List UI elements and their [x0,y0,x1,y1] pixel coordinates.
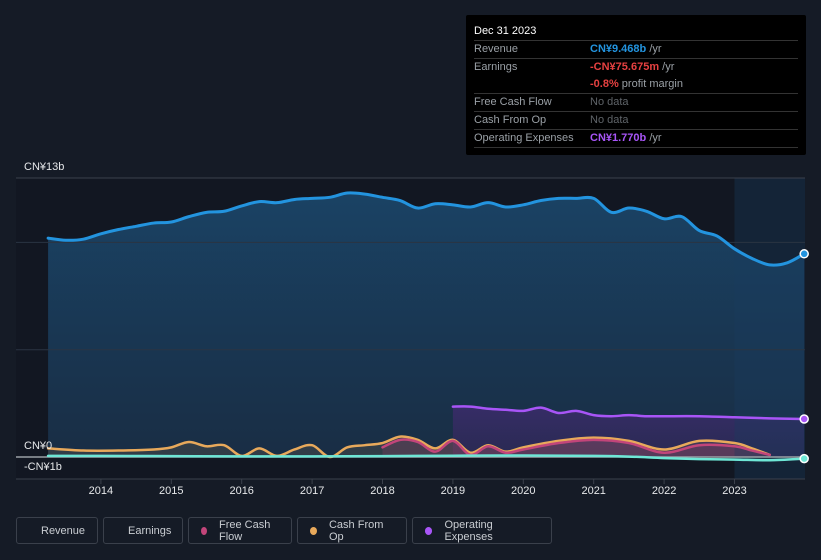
tooltip-label: Free Cash Flow [474,96,552,108]
operating-expenses-end-marker [799,414,809,424]
tooltip-unit: profit margin [618,78,683,90]
tooltip-row-fcf: Free Cash Flow No data [474,94,798,112]
earnings-end-marker [799,453,809,464]
tooltip-value: -0.8% [590,78,619,90]
tooltip-row-revenue: Revenue CN¥9.468b /yr [474,41,798,59]
y-tick-label-zero: CN¥0 [24,440,52,452]
tooltip-row-opex: Operating Expenses CN¥1.770b /yr [474,130,798,148]
legend-label: Free Cash Flow [218,518,271,543]
tooltip-unit: /yr [646,132,662,144]
y-tick-label-bottom: -CN¥1b [24,461,62,473]
legend-label: Revenue [41,524,86,537]
tooltip-label [474,76,590,93]
tooltip-value: CN¥1.770b [590,132,647,144]
forecast-shading [734,178,805,479]
legend-item-earnings[interactable]: Earnings [103,517,183,544]
tooltip-row-earnings: Earnings -CN¥75.675m /yr [474,59,798,76]
legend-label: Operating Expenses [444,518,493,543]
x-tick-label: 2015 [159,485,183,497]
legend-item-cash-from-op[interactable]: Cash From Op [297,517,407,544]
x-tick-label: 2017 [300,485,324,497]
revenue-end-marker [799,249,809,259]
x-tick-label: 2016 [229,485,253,497]
legend-dot-icon [425,526,433,535]
tooltip-value: CN¥9.468b [590,43,647,55]
legend-dot-icon [310,526,317,535]
tooltip-value: -CN¥75.675m [590,61,660,73]
tooltip-panel: Dec 31 2023 Revenue CN¥9.468b /yr Earnin… [466,15,806,155]
legend-dot-icon [201,526,207,535]
tooltip-label: Revenue [474,43,519,55]
tooltip-label: Earnings [474,61,518,73]
tooltip-label: Cash From Op [474,114,547,126]
tooltip-label: Operating Expenses [474,132,574,144]
x-tick-label: 2021 [581,485,605,497]
y-tick-label-top: CN¥13b [24,161,64,173]
tooltip-unit: /yr [659,61,675,73]
x-tick-label: 2018 [370,485,394,497]
legend: Revenue Earnings Free Cash Flow Cash Fro… [16,517,552,544]
x-tick-label: 2020 [511,485,535,497]
tooltip-value: No data [590,114,629,126]
legend-item-revenue[interactable]: Revenue [16,517,98,544]
x-tick-label: 2014 [89,485,113,497]
legend-label: Cash From Op [328,518,384,543]
x-tick-label: 2022 [652,485,676,497]
tooltip-row-profit-margin: -0.8% profit margin [474,76,798,94]
tooltip-unit: /yr [646,43,662,55]
tooltip-date: Dec 31 2023 [474,23,798,41]
x-tick-label: 2023 [722,485,746,497]
legend-label: Earnings [128,524,172,537]
x-tick-label: 2019 [441,485,465,497]
legend-item-operating-expenses[interactable]: Operating Expenses [412,517,552,544]
tooltip-value: No data [590,96,629,108]
tooltip-row-cfo: Cash From Op No data [474,112,798,130]
legend-item-free-cash-flow[interactable]: Free Cash Flow [188,517,292,544]
